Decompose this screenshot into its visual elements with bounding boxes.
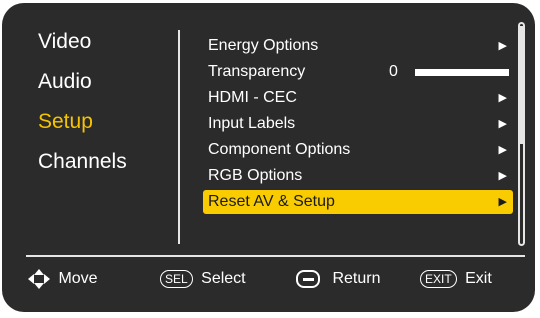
- footer-exit-hint: EXIT Exit: [420, 266, 492, 292]
- submenu-item-hdmi-cec[interactable]: HDMI - CEC ▶: [203, 86, 513, 110]
- horizontal-divider: [26, 255, 525, 257]
- submenu-item-energy-options[interactable]: Energy Options ▶: [203, 34, 513, 58]
- osd-menu-panel: Video Audio Setup Channels Energy Option…: [2, 3, 535, 312]
- arrow-right-icon: ▶: [498, 92, 507, 104]
- main-menu-item-setup[interactable]: Setup: [38, 109, 127, 149]
- submenu-item-label: Reset AV & Setup: [208, 193, 335, 210]
- main-menu-item-channels[interactable]: Channels: [38, 149, 127, 189]
- submenu-item-rgb-options[interactable]: RGB Options ▶: [203, 164, 513, 188]
- transparency-slider[interactable]: [415, 69, 509, 76]
- scrollbar-thumb[interactable]: [520, 26, 523, 144]
- submenu-item-label: Transparency: [208, 63, 306, 80]
- footer-exit-label: Exit: [465, 270, 492, 287]
- submenu-item-label: RGB Options: [208, 167, 303, 184]
- submenu-item-label: Component Options: [208, 141, 351, 158]
- submenu-item-reset-av-setup[interactable]: Reset AV & Setup ▶: [203, 190, 513, 214]
- submenu-item-component-options[interactable]: Component Options ▶: [203, 138, 513, 162]
- footer-move-hint: Move: [28, 266, 98, 292]
- footer-select-hint: SEL Select: [160, 266, 246, 292]
- vertical-divider: [178, 30, 180, 244]
- minus-button-icon: [296, 269, 320, 288]
- submenu-item-label: HDMI - CEC: [208, 89, 297, 106]
- submenu-scrollbar[interactable]: [518, 22, 525, 246]
- main-menu-item-video[interactable]: Video: [38, 29, 127, 69]
- submenu-item-transparency[interactable]: Transparency 0: [203, 60, 513, 84]
- arrow-right-icon: ▶: [498, 40, 507, 52]
- arrow-right-icon: ▶: [498, 170, 507, 182]
- submenu-item-input-labels[interactable]: Input Labels ▶: [203, 112, 513, 136]
- footer-return-label: Return: [332, 270, 381, 287]
- setup-submenu: Energy Options ▶ Transparency 0 HDMI - C…: [203, 34, 513, 216]
- four-way-arrows-icon: [28, 268, 50, 289]
- submenu-item-label: Input Labels: [208, 115, 296, 132]
- footer-return-hint: Return: [296, 266, 380, 292]
- sel-key-icon: SEL: [160, 269, 193, 288]
- main-menu: Video Audio Setup Channels: [38, 29, 127, 189]
- exit-key-icon: EXIT: [420, 269, 457, 288]
- arrow-right-icon: ▶: [498, 118, 507, 130]
- main-menu-item-audio[interactable]: Audio: [38, 69, 127, 109]
- footer-move-label: Move: [58, 270, 98, 287]
- transparency-value: 0: [389, 63, 398, 80]
- arrow-right-icon: ▶: [498, 196, 507, 208]
- submenu-item-label: Energy Options: [208, 37, 319, 54]
- footer-select-label: Select: [201, 270, 246, 287]
- arrow-right-icon: ▶: [498, 144, 507, 156]
